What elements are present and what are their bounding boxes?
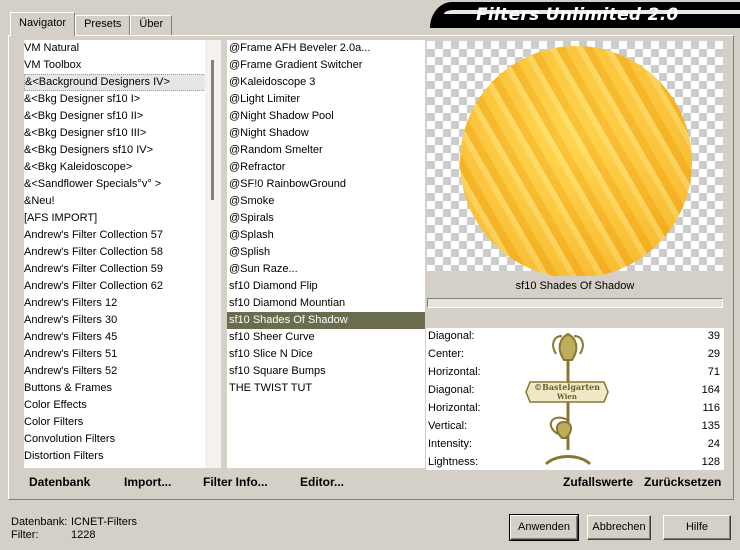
watermark-logo: ©Bastelgarten Wien [525,332,609,466]
filter-info-button[interactable]: Filter Info... [203,475,268,489]
current-filter-name: sf10 Shades Of Shadow [426,276,724,296]
tab-presets[interactable]: Presets [75,15,131,35]
filter-item[interactable]: @Light Limiter [227,91,425,108]
filter-item[interactable]: sf10 Shades Of Shadow [227,312,425,329]
preview-image [426,40,724,278]
category-item[interactable]: Andrew's Filters 45 [24,329,206,346]
panel-button-row: Datenbank Import... Filter Info... Edito… [17,473,733,493]
category-scrollbar[interactable] [205,40,221,468]
filter-item[interactable]: @Splash [227,227,425,244]
category-item[interactable]: &Neu! [24,193,206,210]
category-item[interactable]: Andrew's Filters 12 [24,295,206,312]
param-label: Diagonal: [428,384,475,396]
filter-count-label: Filter: [11,529,39,541]
datenbank-button[interactable]: Datenbank [29,475,90,489]
param-label: Center: [428,348,465,360]
param-value: 116 [702,402,720,414]
category-item[interactable]: [AFS IMPORT] [24,210,206,227]
category-item[interactable]: &<Bkg Kaleidoscope> [24,159,206,176]
filter-count-value: 1228 [71,529,96,541]
filter-item[interactable]: @Splish [227,244,425,261]
filter-item[interactable]: sf10 Square Bumps [227,363,425,380]
filter-item[interactable]: sf10 Sheer Curve [227,329,425,346]
filter-item[interactable]: sf10 Slice N Dice [227,346,425,363]
filter-item[interactable]: sf10 Diamond Mountian [227,295,425,312]
category-item[interactable]: Andrew's Filters 30 [24,312,206,329]
category-item[interactable]: Color Effects [24,397,206,414]
help-button[interactable]: Hilfe [663,515,731,540]
navigator-panel: VM Natural VM Toolbox &<Background Designe… [8,35,734,500]
category-item[interactable]: Andrew's Filter Collection 59 [24,261,206,278]
param-value: 24 [707,438,720,450]
filter-item[interactable]: @Spirals [227,210,425,227]
tab-strip: Navigator Presets Über [10,12,173,36]
filter-item[interactable]: @Night Shadow [227,125,425,142]
param-value: 135 [701,420,720,432]
import-button[interactable]: Import... [124,475,171,489]
tab-ueber[interactable]: Über [130,15,173,35]
watermark-text-2: Wien [556,392,577,401]
category-item[interactable]: Andrew's Filters 52 [24,363,206,380]
category-item[interactable]: &<Bkg Designer sf10 II> [24,108,206,125]
param-value: 71 [707,366,720,378]
tab-navigator[interactable]: Navigator [10,12,76,36]
cancel-button[interactable]: Abbrechen [587,515,651,540]
filter-item[interactable]: @Refractor [227,159,425,176]
editor-button[interactable]: Editor... [300,475,344,489]
filter-item[interactable]: @Frame Gradient Switcher [227,57,425,74]
category-item[interactable]: &<Bkg Designer sf10 III> [24,125,206,142]
filter-item[interactable]: THE TWIST TUT [227,380,425,397]
category-item[interactable]: Color Filters [24,414,206,431]
category-item[interactable]: Andrew's Filter Collection 58 [24,244,206,261]
category-item[interactable]: Buttons & Frames [24,380,206,397]
scrollbar-thumb[interactable] [211,60,214,200]
title-banner: Filters Unlimited 2.0 [430,2,740,28]
category-item[interactable]: Distortion Filters [24,448,206,465]
apply-button[interactable]: Anwenden [509,514,579,541]
param-value: 164 [701,384,720,396]
filter-item[interactable]: @Random Smelter [227,142,425,159]
category-item[interactable]: &<Bkg Designers sf10 IV> [24,142,206,159]
filter-list[interactable]: @Frame AFH Beveler 2.0a... @Frame Gradien… [227,40,425,468]
param-label: Horizontal: [428,402,481,414]
param-label: Diagonal: [428,330,475,342]
reset-button[interactable]: Zurücksetzen [644,475,721,489]
status-info: Datenbank: ICNET-Filters Filter: 1228 [11,516,137,542]
category-item[interactable]: Andrew's Filters 51 [24,346,206,363]
filter-item[interactable]: @Smoke [227,193,425,210]
param-label: Lightness: [428,456,479,468]
filter-item[interactable]: @Night Shadow Pool [227,108,425,125]
parameter-list: Lightness: 128 Intensity: 24 Vertical: 135 Hor… [426,328,724,470]
db-value: ICNET-Filters [71,516,137,528]
category-item[interactable]: &<Sandflower Specials°v° > [24,176,206,193]
filter-item[interactable]: @Sun Raze... [227,261,425,278]
filter-item[interactable]: @Kaleidoscope 3 [227,74,425,91]
app-title: Filters Unlimited 2.0 [476,5,679,25]
category-item[interactable]: VM Natural [24,40,206,57]
category-item[interactable]: &<Background Designers IV> [24,74,206,91]
param-value: 39 [707,330,720,342]
category-item[interactable]: Andrew's Filter Collection 57 [24,227,206,244]
filter-item[interactable]: @SF!0 RainbowGround [227,176,425,193]
randomize-button[interactable]: Zufallswerte [563,475,633,489]
db-label: Datenbank: [11,516,68,528]
param-label: Horizontal: [428,366,481,378]
param-value: 128 [701,456,720,468]
preview-orb [460,46,692,278]
category-item[interactable]: Andrew's Filter Collection 62 [24,278,206,295]
watermark-text-1: ©Bastelgarten [534,382,600,392]
param-value: 29 [707,348,720,360]
category-item[interactable]: VM Toolbox [24,57,206,74]
category-item[interactable]: &<Bkg Designer sf10 I> [24,91,206,108]
filter-item[interactable]: sf10 Diamond Flip [227,278,425,295]
filter-item[interactable]: @Frame AFH Beveler 2.0a... [227,40,425,57]
param-label: Vertical: [428,420,468,432]
category-item[interactable]: Convolution Filters [24,431,206,448]
progress-bar [427,298,723,308]
category-list[interactable]: VM Natural VM Toolbox &<Background Designe… [24,40,206,468]
param-label: Intensity: [428,438,473,450]
